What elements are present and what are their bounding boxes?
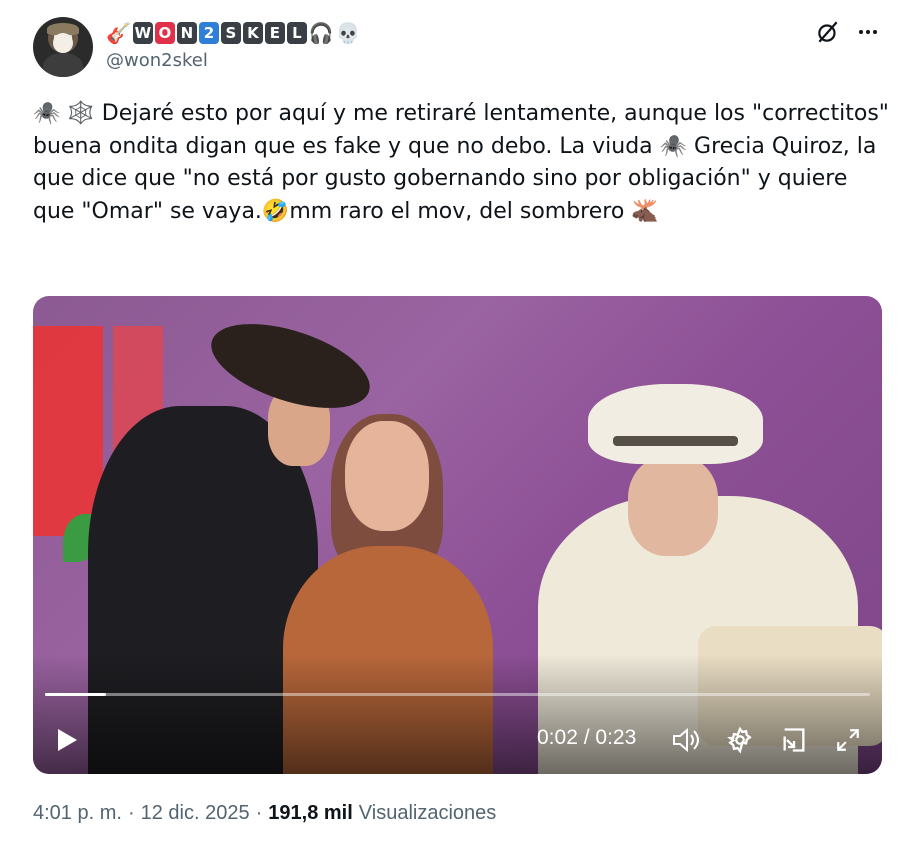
controls-gradient bbox=[33, 654, 882, 774]
post-meta: 4:01 p. m. · 12 dic. 2025 · 191,8 mil Vi… bbox=[33, 802, 496, 825]
fullscreen-expand-icon[interactable] bbox=[831, 724, 865, 756]
author-handle[interactable]: @won2skel bbox=[106, 50, 208, 71]
video-time: 0:02 / 0:23 bbox=[537, 726, 636, 750]
name-letter: O bbox=[154, 22, 175, 44]
headphones-emoji: 🎧 bbox=[308, 21, 334, 45]
name-letter: L bbox=[286, 22, 307, 44]
video-face-right bbox=[628, 456, 718, 556]
avatar-body bbox=[43, 53, 83, 77]
play-icon[interactable] bbox=[51, 724, 83, 756]
volume-icon[interactable] bbox=[669, 724, 703, 756]
grok-slash-circle-icon[interactable] bbox=[814, 18, 842, 46]
author-display-name[interactable]: 🎸 W O N 2 S K E L 🎧 💀 bbox=[106, 18, 361, 48]
author-avatar[interactable] bbox=[33, 17, 93, 77]
skull-emoji: 💀 bbox=[335, 21, 361, 45]
video-face-center bbox=[345, 421, 429, 531]
video-progress-fill bbox=[45, 693, 107, 696]
duration: 0:23 bbox=[595, 726, 637, 749]
more-dots-icon[interactable] bbox=[854, 18, 882, 46]
post-time[interactable]: 4:01 p. m. bbox=[33, 802, 122, 825]
time-separator: / bbox=[577, 726, 596, 749]
current-time: 0:02 bbox=[537, 726, 578, 749]
name-letter: W bbox=[132, 22, 153, 44]
name-letter: N bbox=[176, 22, 197, 44]
name-letter: 2 bbox=[198, 22, 219, 44]
guitar-emoji: 🎸 bbox=[106, 21, 131, 45]
views-label: Visualizaciones bbox=[358, 802, 497, 824]
post-text: 🕷️ 🕸️ Dejaré esto por aquí y me retiraré… bbox=[33, 101, 889, 224]
video-white-hat bbox=[588, 384, 763, 464]
name-letter: E bbox=[264, 22, 285, 44]
separator-dot: · bbox=[127, 802, 135, 824]
post-date[interactable]: 12 dic. 2025 bbox=[141, 802, 250, 825]
video-hat-band bbox=[613, 436, 738, 446]
name-letter: K bbox=[242, 22, 263, 44]
settings-gear-icon[interactable] bbox=[723, 724, 757, 756]
views-count[interactable]: 191,8 mil bbox=[268, 802, 353, 825]
avatar-skull bbox=[53, 33, 73, 53]
picture-in-picture-icon[interactable] bbox=[777, 724, 811, 756]
video-progress-bar[interactable] bbox=[45, 693, 870, 696]
separator-dot: · bbox=[255, 802, 263, 824]
name-letter: S bbox=[220, 22, 241, 44]
video-player[interactable]: 0:02 / 0:23 bbox=[33, 296, 882, 774]
